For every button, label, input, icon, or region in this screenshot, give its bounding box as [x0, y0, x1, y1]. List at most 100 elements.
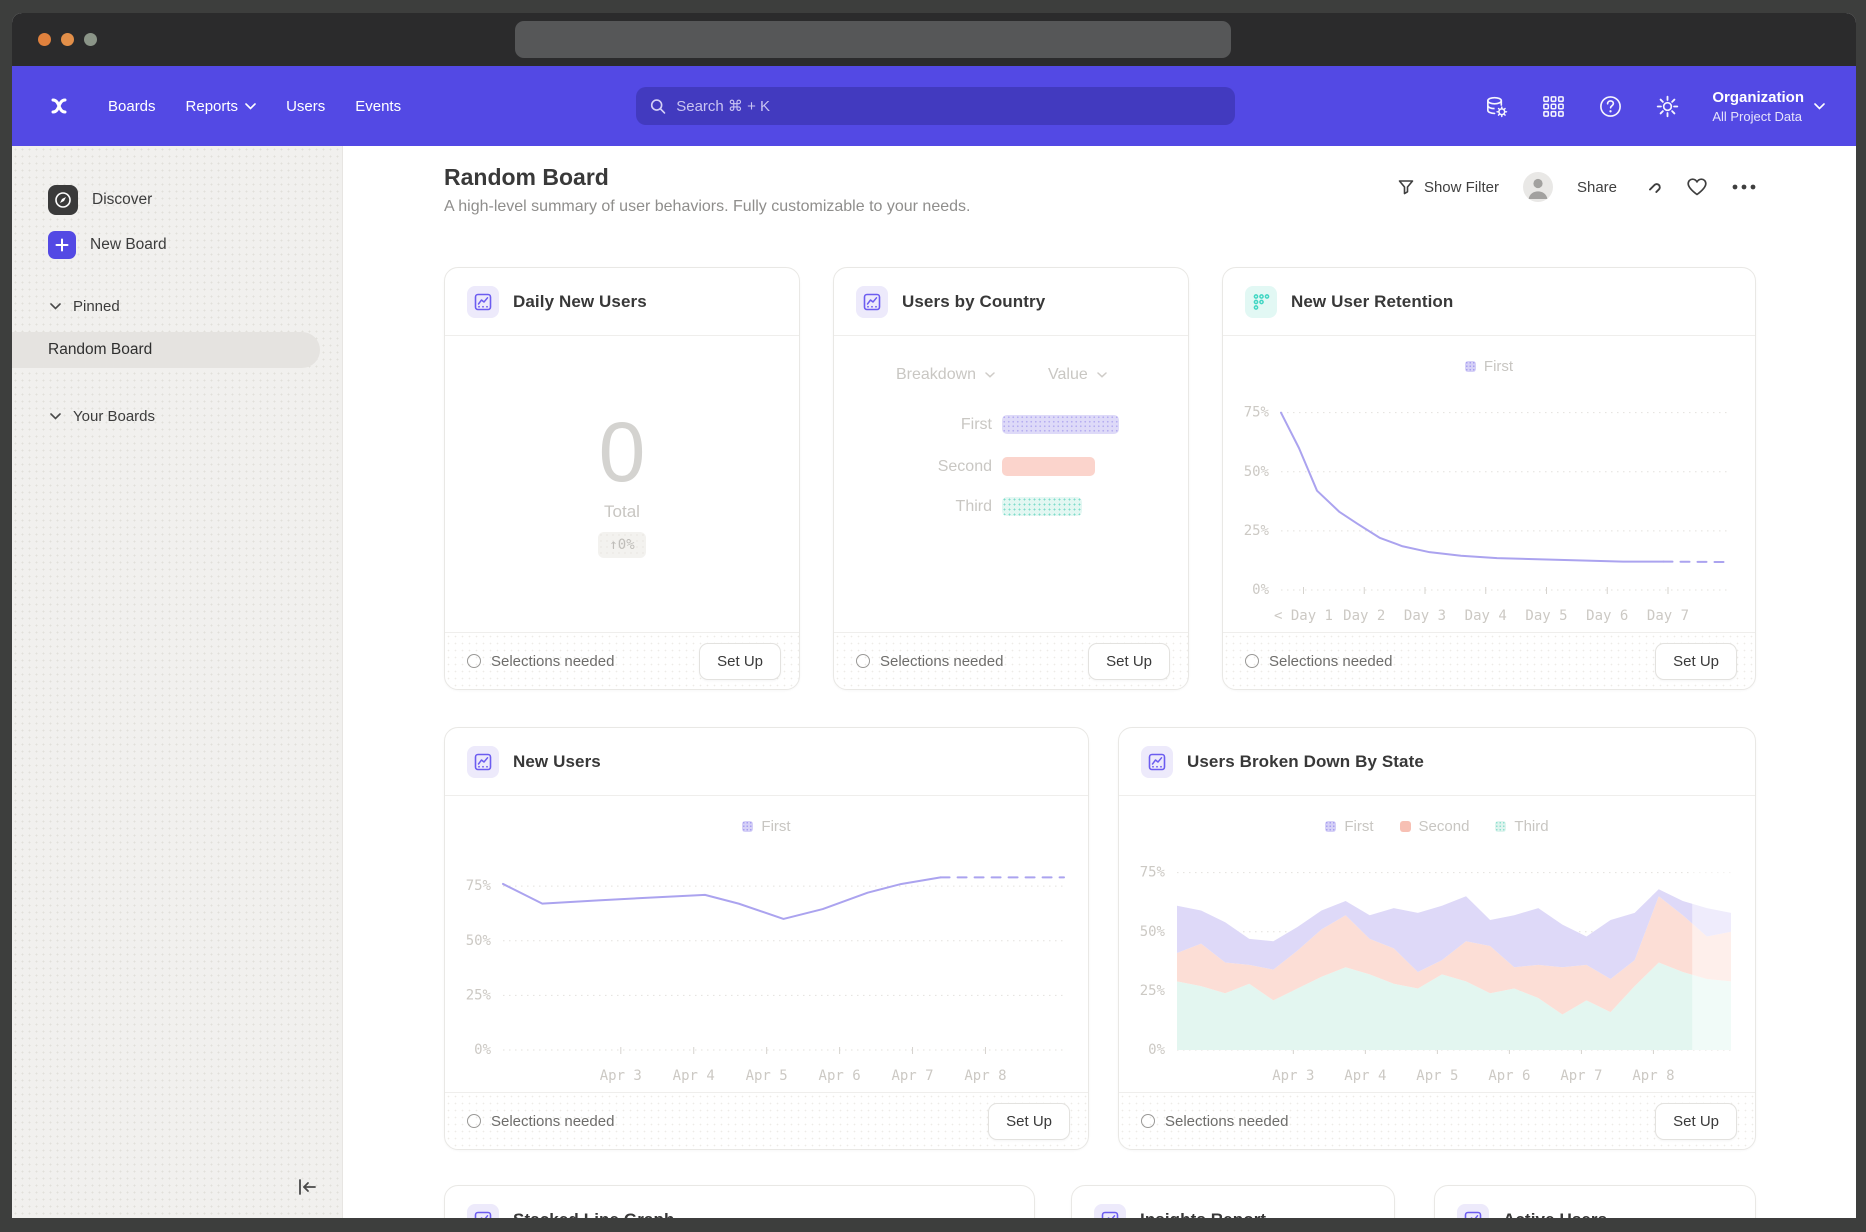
- set-up-button[interactable]: Set Up: [1655, 1103, 1737, 1140]
- set-up-button[interactable]: Set Up: [1088, 643, 1170, 680]
- svg-text:50%: 50%: [1140, 924, 1166, 940]
- card-insights-report: Insights Report: [1071, 1185, 1395, 1218]
- sidebar: Discover New Board Pinned Random Board: [12, 146, 343, 1218]
- nav-item-users[interactable]: Users: [286, 98, 325, 115]
- sidebar-item-label: Discover: [92, 191, 152, 209]
- sidebar-item-new-board[interactable]: New Board: [12, 231, 342, 259]
- data-management-icon[interactable]: [1484, 94, 1509, 119]
- sidebar-section-your-boards[interactable]: Your Boards: [50, 408, 155, 425]
- metric-value: 0: [599, 410, 646, 494]
- chevron-down-icon: [50, 413, 61, 420]
- card-stacked-line-graph: Stacked Line Graph: [444, 1185, 1035, 1218]
- card-header: Insights Report: [1072, 1186, 1394, 1218]
- sidebar-item-discover[interactable]: Discover: [12, 185, 342, 215]
- main-area: Random Board A high-level summary of use…: [343, 146, 1856, 1218]
- nav-item-label: Boards: [108, 98, 156, 115]
- svg-text:50%: 50%: [466, 933, 492, 949]
- nav-item-reports[interactable]: Reports: [186, 98, 257, 115]
- card-footer: Selections needed Set Up: [445, 632, 799, 689]
- board-toolbar: Show Filter Share: [1397, 172, 1756, 202]
- status-circle-icon: [467, 654, 481, 668]
- set-up-button[interactable]: Set Up: [1655, 643, 1737, 680]
- top-navbar: Boards Reports Users Events: [12, 66, 1856, 146]
- page-title: Random Board: [444, 164, 609, 191]
- row-label: Third: [834, 498, 992, 516]
- search-bar[interactable]: [636, 87, 1235, 125]
- status-text: Selections needed: [467, 1113, 614, 1130]
- card-title: Insights Report: [1140, 1210, 1266, 1219]
- svg-text:Day 6: Day 6: [1586, 608, 1628, 624]
- stacked-area-chart: 75%50%25%0%Apr 3Apr 4Apr 5Apr 6Apr 7Apr …: [1119, 835, 1755, 1092]
- set-up-button[interactable]: Set Up: [699, 643, 781, 680]
- svg-text:Apr 6: Apr 6: [1488, 1068, 1530, 1084]
- show-filter-label: Show Filter: [1424, 179, 1499, 196]
- card-header: Stacked Line Graph: [445, 1186, 1034, 1218]
- card-title: Stacked Line Graph: [513, 1210, 674, 1219]
- breakdown-dropdown[interactable]: Breakdown: [896, 366, 995, 384]
- card-footer: Selections needed Set Up: [445, 1092, 1088, 1149]
- card-active-users: Active Users: [1434, 1185, 1756, 1218]
- nav-item-label: Events: [355, 98, 401, 115]
- discover-compass-icon: [48, 185, 78, 215]
- search-input[interactable]: [676, 98, 1221, 115]
- nav-item-boards[interactable]: Boards: [108, 98, 156, 115]
- minimize-window-button[interactable]: [61, 33, 74, 46]
- nav-item-events[interactable]: Events: [355, 98, 401, 115]
- legend-item-first: First: [1325, 818, 1373, 835]
- card-daily-new-users: Daily New Users 0 Total ↑0% Selections n…: [444, 267, 800, 690]
- org-project: All Project Data: [1712, 109, 1804, 124]
- card-title: Users Broken Down By State: [1187, 752, 1424, 772]
- sidebar-item-random-board[interactable]: Random Board: [12, 332, 320, 368]
- help-icon[interactable]: [1598, 94, 1623, 119]
- country-row: First: [834, 415, 1188, 434]
- set-up-button[interactable]: Set Up: [988, 1103, 1070, 1140]
- sidebar-section-pinned[interactable]: Pinned: [50, 298, 120, 315]
- nav-item-label: Users: [286, 98, 325, 115]
- line-chart-icon: [467, 286, 499, 318]
- metric-label: Total: [604, 502, 640, 522]
- row-label: First: [834, 416, 992, 434]
- address-bar[interactable]: [515, 21, 1231, 58]
- legend-item-first: First: [1465, 358, 1513, 375]
- card-title: Daily New Users: [513, 292, 647, 312]
- org-switcher[interactable]: Organization All Project Data: [1712, 88, 1825, 123]
- bar-second: [1002, 457, 1095, 476]
- bar-third: [1002, 497, 1082, 516]
- share-label: Share: [1577, 179, 1617, 196]
- svg-text:50%: 50%: [1244, 464, 1270, 480]
- card-title: Users by Country: [902, 292, 1045, 312]
- legend-swatch: [1465, 361, 1476, 372]
- mixpanel-logo-icon[interactable]: [48, 94, 72, 118]
- share-button[interactable]: Share: [1577, 179, 1617, 196]
- svg-text:0%: 0%: [1148, 1042, 1165, 1058]
- svg-text:Apr 5: Apr 5: [746, 1068, 788, 1084]
- card-title: New Users: [513, 752, 601, 772]
- chart-legend: First: [445, 796, 1088, 835]
- svg-text:75%: 75%: [466, 878, 492, 894]
- settings-gear-icon[interactable]: [1655, 94, 1680, 119]
- close-window-button[interactable]: [38, 33, 51, 46]
- titlebar: [12, 13, 1856, 66]
- card-footer: Selections needed Set Up: [1223, 632, 1755, 689]
- status-circle-icon: [467, 1114, 481, 1128]
- status-text: Selections needed: [467, 653, 614, 670]
- svg-text:Apr 4: Apr 4: [1344, 1068, 1386, 1084]
- legend-swatch: [1495, 821, 1506, 832]
- apps-grid-icon[interactable]: [1541, 94, 1566, 119]
- more-options-icon[interactable]: [1732, 184, 1756, 190]
- show-filter-button[interactable]: Show Filter: [1397, 178, 1499, 196]
- copy-link-icon[interactable]: [1641, 177, 1662, 198]
- card-new-user-retention: New User Retention First 75%50%25%0%< Da…: [1222, 267, 1756, 690]
- avatar[interactable]: [1523, 172, 1553, 202]
- svg-text:0%: 0%: [474, 1042, 491, 1058]
- value-dropdown[interactable]: Value: [1048, 366, 1107, 384]
- collapse-sidebar-icon[interactable]: [294, 1174, 320, 1200]
- row-label: Second: [834, 458, 992, 476]
- favorite-heart-icon[interactable]: [1686, 177, 1708, 197]
- zoom-window-button[interactable]: [84, 33, 97, 46]
- svg-text:Apr 8: Apr 8: [964, 1068, 1006, 1084]
- nav-right-cluster: Organization All Project Data: [1484, 66, 1825, 146]
- card-users-by-country: Users by Country Breakdown Value: [833, 267, 1189, 690]
- legend-item-second: Second: [1400, 818, 1470, 835]
- country-row: Third: [834, 497, 1188, 516]
